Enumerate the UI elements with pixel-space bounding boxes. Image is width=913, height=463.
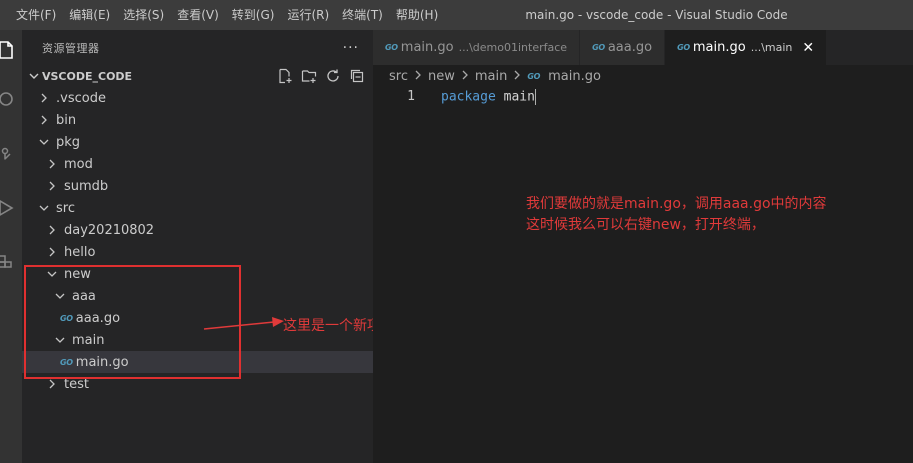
code-content[interactable]: package main xyxy=(441,88,536,105)
tree-item-label: mod xyxy=(64,156,93,172)
tree-folder-item[interactable]: mod xyxy=(22,153,373,175)
title-bar: 文件(F) 编辑(E) 选择(S) 查看(V) 转到(G) 运行(R) 终端(T) 帮助(H)… xyxy=(0,0,913,30)
extensions-icon[interactable] xyxy=(0,248,16,268)
tree-item-label: day20210802 xyxy=(64,222,155,238)
chevron-right-icon xyxy=(44,222,60,238)
annotation-line-2: 这时候我么可以右键new，打开终端， xyxy=(526,217,765,233)
breadcrumb-item[interactable]: new xyxy=(428,69,455,84)
window-title-text: main.go - vscode_code - Visual Studio Co… xyxy=(525,8,788,22)
chevron-right-icon xyxy=(44,178,60,194)
menu-item[interactable]: 帮助(H) xyxy=(390,0,445,30)
code-line[interactable]: 1 package main xyxy=(373,87,913,106)
code-identifier: main xyxy=(503,89,535,104)
refresh-icon[interactable] xyxy=(325,68,341,84)
tree-folder-item[interactable]: day20210802 xyxy=(22,219,373,241)
tab-description: ...\demo01interface xyxy=(458,41,568,54)
explorer-title: 资源管理器 xyxy=(42,41,100,55)
tree-folder-item[interactable]: sumdb xyxy=(22,175,373,197)
tree-folder-item[interactable]: src xyxy=(22,197,373,219)
chevron-right-icon xyxy=(36,112,52,128)
chevron-right-icon xyxy=(44,156,60,172)
explorer-sidebar: 资源管理器 ··· VSCODE_CODE .vscode bin pkg mod su… xyxy=(22,30,373,463)
breadcrumb: src new main GO main.go xyxy=(373,65,913,87)
tree-folder-item[interactable]: pkg xyxy=(22,131,373,153)
tree-item-label: bin xyxy=(56,112,77,128)
go-file-icon: GO xyxy=(592,43,605,52)
chevron-down-icon xyxy=(29,73,39,79)
menu-item[interactable]: 转到(G) xyxy=(226,0,282,30)
activity-bar xyxy=(0,30,22,463)
chevron-down-icon xyxy=(36,200,52,216)
line-number: 1 xyxy=(407,89,415,104)
menu-item[interactable]: 终端(T) xyxy=(336,0,390,30)
chevron-down-icon xyxy=(36,134,52,150)
tree-item-label: .vscode xyxy=(56,90,106,106)
tree-folder-item[interactable]: .vscode xyxy=(22,87,373,109)
menu-bar: 文件(F) 编辑(E) 选择(S) 查看(V) 转到(G) 运行(R) 终端(T) 帮助(H) xyxy=(0,0,445,30)
annotation-arrow xyxy=(203,317,284,330)
run-debug-icon[interactable] xyxy=(0,198,16,218)
code-keyword: package xyxy=(441,89,496,104)
menu-item[interactable]: 文件(F) xyxy=(10,0,63,30)
close-icon[interactable]: ✕ xyxy=(802,40,814,56)
collapse-all-icon[interactable] xyxy=(349,68,365,84)
workspace-title: VSCODE_CODE xyxy=(26,68,132,84)
go-file-icon: GO xyxy=(527,71,541,81)
tab-label: aaa.go xyxy=(607,40,653,55)
chevron-right-icon xyxy=(460,69,470,84)
go-file-icon: GO xyxy=(385,43,398,52)
more-actions-button[interactable]: ··· xyxy=(343,40,359,56)
tree-item-label: hello xyxy=(64,244,96,260)
tree-item-label: sumdb xyxy=(64,178,109,194)
explorer-actions xyxy=(277,68,365,84)
editor-tab[interactable]: GO main.go ...\demo01interface xyxy=(373,30,581,65)
editor-tab[interactable]: GO aaa.go xyxy=(580,30,666,65)
chevron-right-icon xyxy=(36,90,52,106)
menu-item[interactable]: 编辑(E) xyxy=(63,0,117,30)
tab-description: ...\main xyxy=(750,41,793,54)
explorer-icon[interactable] xyxy=(0,40,16,60)
go-file-icon: GO xyxy=(677,43,690,52)
tree-item-label: pkg xyxy=(56,134,81,150)
explorer-header: 资源管理器 ··· xyxy=(22,30,373,65)
menu-item[interactable]: 选择(S) xyxy=(117,0,171,30)
source-control-icon[interactable] xyxy=(0,145,16,165)
new-folder-icon[interactable] xyxy=(301,68,317,84)
breadcrumb-item[interactable]: main xyxy=(475,69,507,84)
editor-tabs: GO main.go ...\demo01interface GO aaa.go GO ma… xyxy=(373,30,913,65)
tree-item-label: src xyxy=(56,200,75,216)
editor-tab[interactable]: GO main.go ...\main ✕ xyxy=(665,30,828,65)
workspace-section-header[interactable]: VSCODE_CODE xyxy=(22,65,373,87)
chevron-right-icon xyxy=(44,244,60,260)
tree-folder-item[interactable]: bin xyxy=(22,109,373,131)
tree-folder-item[interactable]: hello xyxy=(22,241,373,263)
breadcrumb-item[interactable]: src xyxy=(389,69,408,84)
text-cursor xyxy=(534,88,536,105)
tab-label: main.go xyxy=(692,40,746,55)
workspace-name: VSCODE_CODE xyxy=(42,69,133,83)
tab-label: main.go xyxy=(400,40,454,55)
new-file-icon[interactable] xyxy=(277,68,293,84)
search-icon[interactable] xyxy=(0,90,16,110)
editor-area: GO main.go ...\demo01interface GO aaa.go GO ma… xyxy=(373,30,913,463)
menu-item[interactable]: 查看(V) xyxy=(171,0,226,30)
chevron-right-icon xyxy=(512,69,522,84)
menu-item[interactable]: 运行(R) xyxy=(281,0,336,30)
chevron-right-icon xyxy=(413,69,423,84)
breadcrumb-item[interactable]: main.go xyxy=(548,69,601,84)
annotation-line-1: 我们要做的就是main.go，调用aaa.go中的内容 xyxy=(526,196,827,212)
annotation-editor-note: 我们要做的就是main.go，调用aaa.go中的内容 这时候我么可以右键new… xyxy=(526,194,827,236)
